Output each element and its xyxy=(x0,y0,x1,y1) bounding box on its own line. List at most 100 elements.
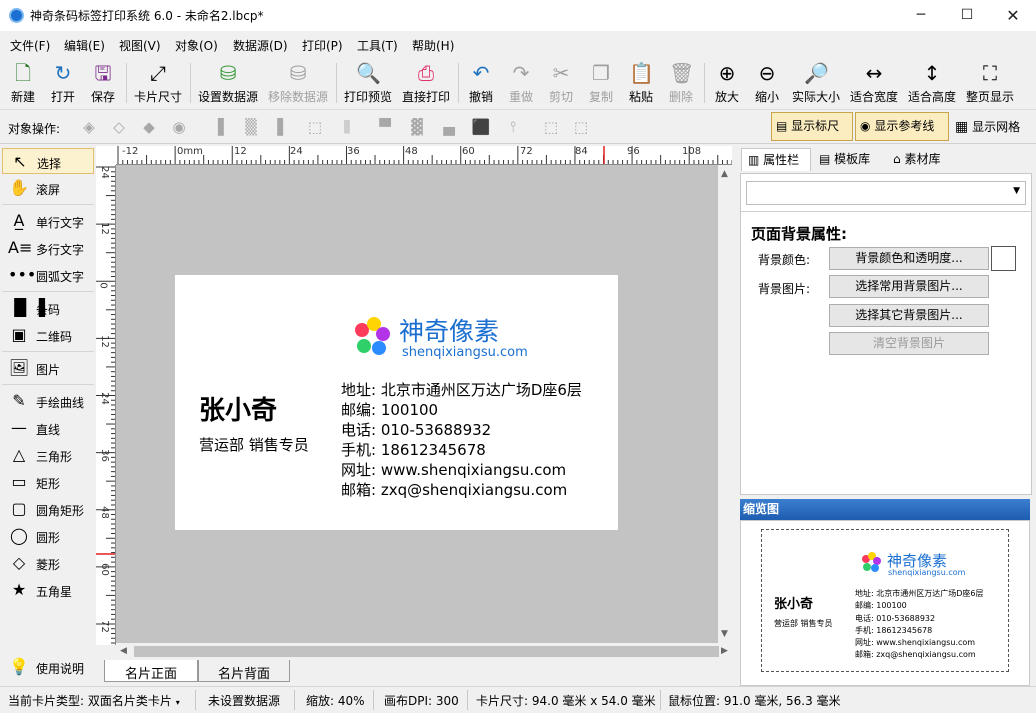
status-datasource: 未设置数据源 xyxy=(208,694,281,708)
printer-icon: ⎙ xyxy=(418,61,434,85)
tool-multi-text[interactable]: A≡ 多行文字 xyxy=(2,235,94,261)
minimize-button[interactable]: ─ xyxy=(898,0,944,31)
menu-file[interactable]: 文件(F) xyxy=(10,37,50,54)
card-size-button[interactable]: ⤢ 卡片尺寸 xyxy=(132,59,184,107)
fit-page-button[interactable]: ⛶ 整页显示 xyxy=(964,59,1016,107)
bring-front-icon[interactable]: ◈ xyxy=(78,117,100,137)
help-button[interactable]: 💡 使用说明 xyxy=(2,654,94,684)
tab-card-front[interactable]: 名片正面 xyxy=(104,660,198,682)
bg-color-button[interactable]: 背景颜色和透明度... xyxy=(829,247,989,270)
remove-datasource-button[interactable]: ⛁ 移除数据源 xyxy=(266,59,330,107)
person-name[interactable]: 张小奇 xyxy=(199,390,277,427)
new-button[interactable]: 🗋 新建 xyxy=(6,59,40,107)
actual-size-button[interactable]: 🔎 实际大小 xyxy=(790,59,842,107)
tool-line[interactable]: — 直线 xyxy=(2,415,94,441)
scroll-up-icon[interactable]: ▲ xyxy=(721,169,728,179)
show-grid-toggle[interactable]: ▦ 显示网格 xyxy=(955,118,1020,135)
fit-height-button[interactable]: ↕ 适合高度 xyxy=(906,59,958,107)
thumbnail-card[interactable]: 神奇像素 shenqixiangsu.com 张小奇 营运部 销售专员 地址: … xyxy=(761,529,1009,672)
tool-round-rect[interactable]: ▢ 圆角矩形 xyxy=(2,496,94,522)
website-line: 网址: www.shenqixiangsu.com xyxy=(341,461,567,479)
direct-print-button[interactable]: ⎙ 直接打印 xyxy=(400,59,452,107)
pointer-icon: ↖ xyxy=(13,152,27,171)
open-button[interactable]: ↻ 打开 xyxy=(46,59,80,107)
delete-button[interactable]: 🗑 删除 xyxy=(664,59,698,107)
template-icon: ▤ xyxy=(819,152,831,166)
tool-circle[interactable]: ◯ 圆形 xyxy=(2,523,94,549)
show-guides-toggle[interactable]: ◉ 显示参考线 xyxy=(855,112,949,141)
space-horizontal-icon[interactable]: ⫼ xyxy=(336,117,358,137)
align-bottom-icon[interactable]: ▄ xyxy=(438,117,460,137)
tool-arc-text[interactable]: ••• 圆弧文字 xyxy=(2,262,94,288)
redo-button[interactable]: ↷ 重做 xyxy=(504,59,538,107)
fit-width-button[interactable]: ↔ 适合宽度 xyxy=(848,59,900,107)
tool-select[interactable]: ↖ 选择 xyxy=(2,148,94,174)
scroll-left-icon[interactable]: ◀ xyxy=(120,646,127,656)
bg-color-swatch[interactable] xyxy=(991,246,1016,271)
scroll-down-icon[interactable]: ▼ xyxy=(721,629,728,639)
menu-edit[interactable]: 编辑(E) xyxy=(64,37,105,54)
menu-datasource[interactable]: 数据源(D) xyxy=(233,37,288,54)
multiline-text-icon: A≡ xyxy=(8,238,33,257)
person-title[interactable]: 营运部 销售专员 xyxy=(199,434,309,455)
scroll-right-icon[interactable]: ▶ xyxy=(721,646,728,656)
set-datasource-button[interactable]: ⛁ 设置数据源 xyxy=(196,59,260,107)
tab-materials[interactable]: ⌂ 素材库 xyxy=(889,148,961,171)
object-select-dropdown[interactable]: ▼ xyxy=(746,181,1026,205)
maximize-button[interactable]: ☐ xyxy=(944,0,990,31)
tool-barcode[interactable]: ▐▌▐ 条码 xyxy=(2,295,94,321)
tool-rectangle[interactable]: ▭ 矩形 xyxy=(2,469,94,495)
group-icon[interactable]: ⬚ xyxy=(540,117,562,137)
same-height-icon[interactable]: ⬛ xyxy=(470,117,492,137)
menu-object[interactable]: 对象(O) xyxy=(175,37,218,54)
align-center-icon[interactable]: ▒ xyxy=(240,117,262,137)
print-preview-button[interactable]: 🔍 打印预览 xyxy=(342,59,394,107)
other-bg-image-button[interactable]: 选择其它背景图片... xyxy=(829,304,989,327)
tool-pan[interactable]: ✋ 滚屏 xyxy=(2,175,94,201)
show-ruler-toggle[interactable]: ▤ 显示标尺 xyxy=(771,112,853,141)
undo-button[interactable]: ↶ 撤销 xyxy=(464,59,498,107)
tool-triangle[interactable]: △ 三角形 xyxy=(2,442,94,468)
send-backward-icon[interactable]: ◆ xyxy=(138,117,160,137)
vertical-scrollbar[interactable]: ▲ ▼ xyxy=(718,165,734,643)
copy-button[interactable]: ❐ 复制 xyxy=(584,59,618,107)
status-card-type[interactable]: 当前卡片类型: 双面名片类卡片 ▾ xyxy=(8,692,180,709)
bring-forward-icon[interactable]: ◇ xyxy=(108,117,130,137)
zoom-in-button[interactable]: ⊕ 放大 xyxy=(710,59,744,107)
zoom-out-button[interactable]: ⊖ 缩小 xyxy=(750,59,784,107)
align-top-icon[interactable]: ▀ xyxy=(374,117,396,137)
align-middle-icon[interactable]: ▓ xyxy=(406,117,428,137)
space-vertical-icon[interactable]: ⫯ xyxy=(502,117,524,137)
vertical-ruler: 24 12 0 12 24 36 48 60 72 xyxy=(96,165,116,645)
tool-single-text[interactable]: A̲ 单行文字 xyxy=(2,208,94,234)
menu-tools[interactable]: 工具(T) xyxy=(357,37,398,54)
common-bg-image-button[interactable]: 选择常用背景图片... xyxy=(829,275,989,298)
align-right-icon[interactable]: ▌ xyxy=(272,117,294,137)
same-width-icon[interactable]: ⬚ xyxy=(304,117,326,137)
horizontal-ruler: -12 0mm 12 24 36 48 60 72 84 96 108 xyxy=(116,146,732,165)
scroll-thumb[interactable] xyxy=(134,646,719,657)
cut-button[interactable]: ✂ 剪切 xyxy=(544,59,578,107)
tab-card-back[interactable]: 名片背面 xyxy=(198,660,290,682)
menu-view[interactable]: 视图(V) xyxy=(119,37,161,54)
menu-help[interactable]: 帮助(H) xyxy=(412,37,454,54)
close-button[interactable]: ✕ xyxy=(990,0,1036,31)
tool-qrcode[interactable]: ▣ 二维码 xyxy=(2,322,94,348)
qrcode-icon: ▣ xyxy=(11,325,27,344)
save-button[interactable]: 🖫 保存 xyxy=(86,59,120,107)
send-back-icon[interactable]: ◉ xyxy=(168,117,190,137)
align-left-icon[interactable]: ▐ xyxy=(207,117,229,137)
paste-button[interactable]: 📋 粘贴 xyxy=(624,59,658,107)
tab-properties[interactable]: ▥ 属性栏 xyxy=(741,148,811,171)
horizontal-scrollbar[interactable]: ◀ ▶ xyxy=(116,643,734,660)
tab-templates[interactable]: ▤ 模板库 xyxy=(815,148,887,171)
ungroup-icon[interactable]: ⬚ xyxy=(570,117,592,137)
tool-diamond[interactable]: ◇ 菱形 xyxy=(2,550,94,576)
menu-print[interactable]: 打印(P) xyxy=(302,37,343,54)
business-card[interactable]: 神奇像素 shenqixiangsu.com 张小奇 营运部 销售专员 地址: … xyxy=(175,275,618,530)
contact-block[interactable]: 地址: 北京市通州区万达广场D座6层 邮编: 100100 电话: 010-53… xyxy=(341,380,582,500)
tool-freehand[interactable]: ✎ 手绘曲线 xyxy=(2,388,94,414)
tool-image[interactable]: 🖼 图片 xyxy=(2,355,94,381)
clear-bg-image-button[interactable]: 清空背景图片 xyxy=(829,332,989,355)
tool-star[interactable]: ★ 五角星 xyxy=(2,577,94,603)
